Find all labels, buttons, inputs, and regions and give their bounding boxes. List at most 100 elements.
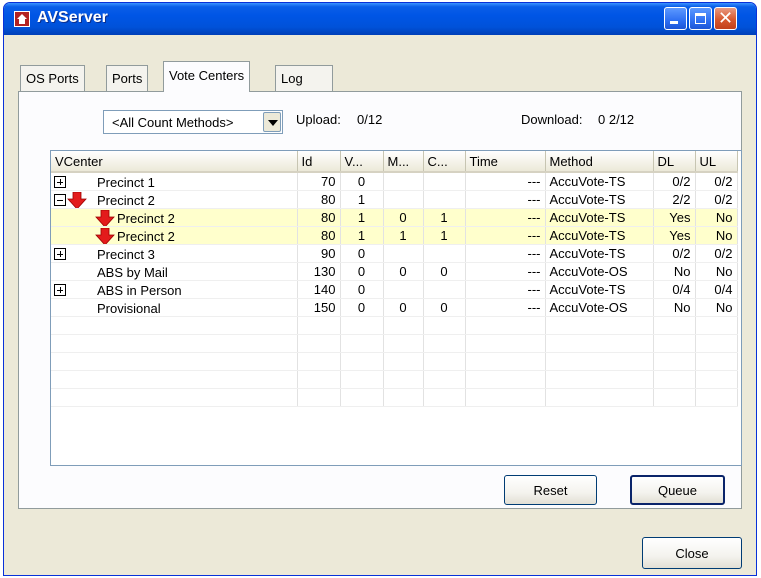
vote-centers-table: VCenter Id V... M... C... Time Method DL… xyxy=(51,151,738,407)
upload-label: Upload: xyxy=(296,112,341,127)
cell-vcenter: Provisional xyxy=(51,298,298,317)
cell-ul: No xyxy=(695,298,738,317)
cell-method: AccuVote-TS xyxy=(545,226,654,245)
count-method-value: <All Count Methods> xyxy=(112,115,234,130)
app-icon xyxy=(14,11,30,27)
table-row[interactable]: Precinct 2 80 1 0 1 --- AccuVote-TS Yes No xyxy=(51,208,738,227)
table-row[interactable]: Precinct 3 90 0 --- AccuVote-TS 0/2 0/2 xyxy=(51,244,738,263)
cell-ul: No xyxy=(695,208,738,227)
col-header-time[interactable]: Time xyxy=(465,151,546,173)
cell-id: 140 xyxy=(297,280,341,299)
col-header-ul[interactable]: UL xyxy=(695,151,738,173)
cell-dl: No xyxy=(653,262,696,281)
cell-id: 80 xyxy=(297,226,341,245)
cell-v: 0 xyxy=(340,172,384,191)
cell-id: 80 xyxy=(297,190,341,209)
tab-log[interactable]: Log xyxy=(275,65,333,91)
table-row[interactable]: Precinct 1 70 0 --- AccuVote-TS 0/2 0/2 xyxy=(51,172,738,191)
col-header-v[interactable]: V... xyxy=(340,151,384,173)
col-header-m[interactable]: M... xyxy=(383,151,424,173)
cell-id: 90 xyxy=(297,244,341,263)
col-header-id[interactable]: Id xyxy=(297,151,341,173)
cell-dl: 0/2 xyxy=(653,244,696,263)
cell-vcenter: Precinct 1 xyxy=(51,172,298,191)
cell-method: AccuVote-OS xyxy=(545,298,654,317)
reset-button[interactable]: Reset xyxy=(504,475,597,505)
col-header-dl[interactable]: DL xyxy=(653,151,696,173)
cell-id: 80 xyxy=(297,208,341,227)
cell-dl: 0/4 xyxy=(653,280,696,299)
empty-row xyxy=(51,316,738,335)
minimize-button[interactable] xyxy=(664,7,687,30)
vcenter-label: Provisional xyxy=(97,300,161,316)
cell-c: 1 xyxy=(423,208,466,227)
count-method-select[interactable]: <All Count Methods> xyxy=(103,110,283,134)
dropdown-button[interactable] xyxy=(263,112,281,132)
cell-dl: Yes xyxy=(653,226,696,245)
cell-v: 1 xyxy=(340,226,384,245)
close-window-button[interactable]: ✕ xyxy=(714,7,737,30)
cell-v: 1 xyxy=(340,190,384,209)
cell-ul: No xyxy=(695,262,738,281)
close-button[interactable]: Close xyxy=(642,537,742,569)
cell-ul: 0/2 xyxy=(695,244,738,263)
cell-vcenter: Precinct 2 xyxy=(51,208,298,227)
vcenter-label: ABS by Mail xyxy=(97,264,168,280)
collapse-icon[interactable] xyxy=(54,193,66,206)
table-row[interactable]: Precinct 2 80 1 1 1 --- AccuVote-TS Yes No xyxy=(51,226,738,245)
cell-v: 1 xyxy=(340,208,384,227)
expand-icon[interactable] xyxy=(54,283,66,296)
cell-ul: 0/2 xyxy=(695,190,738,209)
cell-c: 1 xyxy=(423,226,466,245)
col-header-method[interactable]: Method xyxy=(545,151,654,173)
download-arrow-icon xyxy=(67,191,87,207)
close-icon: ✕ xyxy=(718,8,734,28)
cell-id: 150 xyxy=(297,298,341,317)
cell-m xyxy=(383,190,424,209)
minimize-icon xyxy=(670,21,678,24)
cell-v: 0 xyxy=(340,280,384,299)
col-header-c[interactable]: C... xyxy=(423,151,466,173)
cell-v: 0 xyxy=(340,244,384,263)
cell-m xyxy=(383,244,424,263)
vcenter-label: Precinct 2 xyxy=(97,192,155,208)
cell-vcenter: ABS by Mail xyxy=(51,262,298,281)
table-row[interactable]: ABS by Mail 130 0 0 0 --- AccuVote-OS No No xyxy=(51,262,738,281)
cell-m xyxy=(383,280,424,299)
maximize-icon xyxy=(695,13,706,24)
cell-time: --- xyxy=(465,280,546,299)
tab-vote-centers[interactable]: Vote Centers xyxy=(163,61,251,92)
empty-row xyxy=(51,334,738,353)
vote-centers-grid[interactable]: VCenter Id V... M... C... Time Method DL… xyxy=(50,150,742,466)
cell-vcenter: Precinct 2 xyxy=(51,190,298,209)
expand-icon[interactable] xyxy=(54,176,66,188)
upload-value: 0/12 xyxy=(357,112,383,127)
cell-vcenter: Precinct 3 xyxy=(51,244,298,263)
cell-c xyxy=(423,172,466,191)
cell-m: 0 xyxy=(383,298,424,317)
download-value: 0 2/12 xyxy=(598,112,635,127)
queue-button[interactable]: Queue xyxy=(630,475,725,505)
table-row[interactable]: Provisional 150 0 0 0 --- AccuVote-OS No No xyxy=(51,298,738,317)
maximize-button[interactable] xyxy=(689,7,712,30)
cell-m: 1 xyxy=(383,226,424,245)
cell-c: 0 xyxy=(423,262,466,281)
download-label: Download: xyxy=(521,112,583,127)
table-row[interactable]: Precinct 2 80 1 --- AccuVote-TS 2/2 0/2 xyxy=(51,190,738,209)
col-header-vcenter[interactable]: VCenter xyxy=(51,151,298,173)
table-row[interactable]: ABS in Person 140 0 --- AccuVote-TS 0/4 0/4 xyxy=(51,280,738,299)
expand-icon[interactable] xyxy=(54,247,66,260)
cell-time: --- xyxy=(465,226,546,245)
cell-id: 130 xyxy=(297,262,341,281)
download-arrow-icon xyxy=(95,227,115,243)
avserver-window: AVServer ✕ OS Ports Ports Vote Centers L… xyxy=(3,2,757,576)
cell-dl: 0/2 xyxy=(653,172,696,191)
tab-ports[interactable]: Ports xyxy=(106,65,149,91)
title-bar[interactable]: AVServer ✕ xyxy=(4,3,756,35)
download-arrow-icon xyxy=(95,209,115,225)
cell-method: AccuVote-OS xyxy=(545,262,654,281)
cell-m: 0 xyxy=(383,208,424,227)
cell-ul: 0/2 xyxy=(695,172,738,191)
tab-os-ports[interactable]: OS Ports xyxy=(20,65,85,91)
vote-centers-panel: <All Count Methods> Upload: 0/12 Downloa… xyxy=(18,91,742,509)
